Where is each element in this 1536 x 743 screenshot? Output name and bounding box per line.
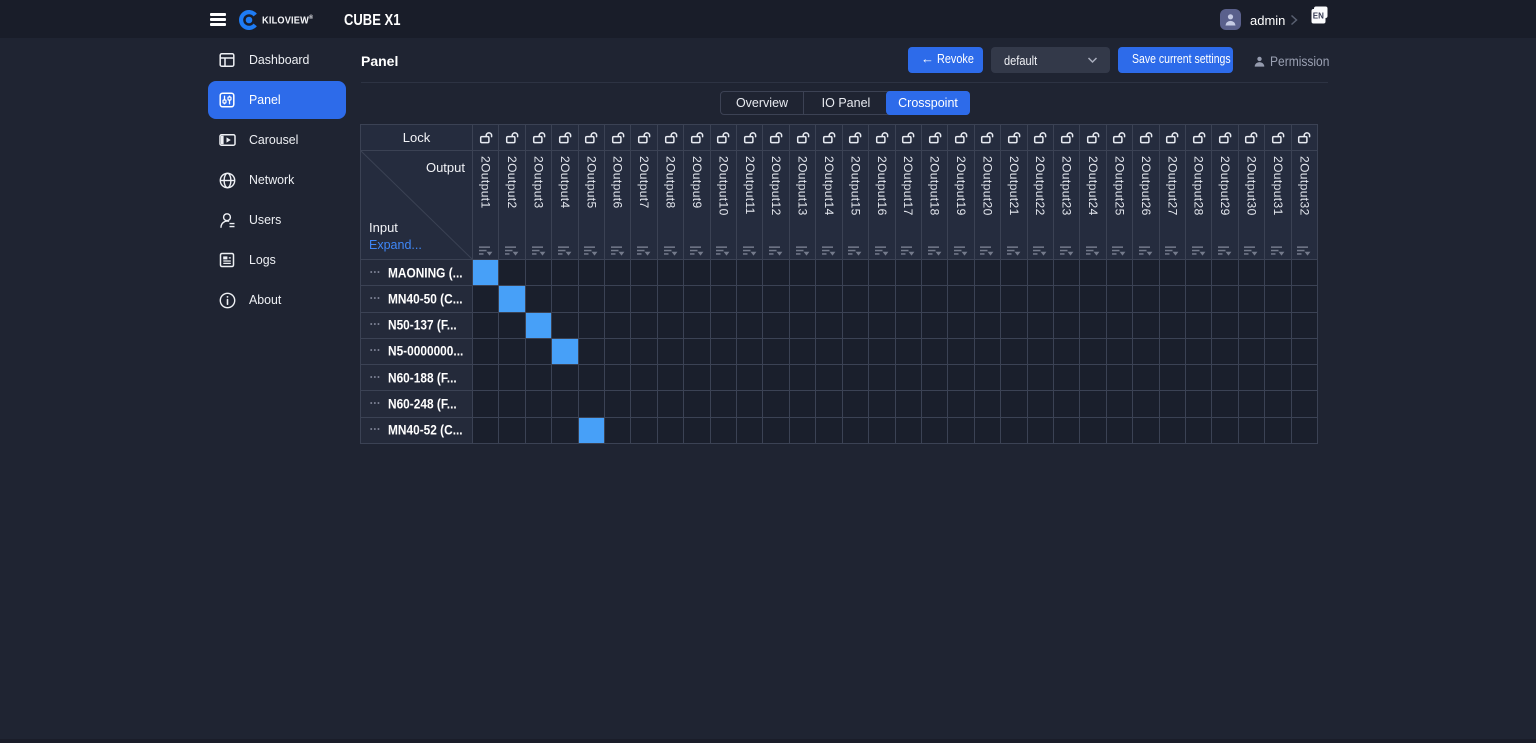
svg-text:EN: EN <box>1313 11 1324 20</box>
